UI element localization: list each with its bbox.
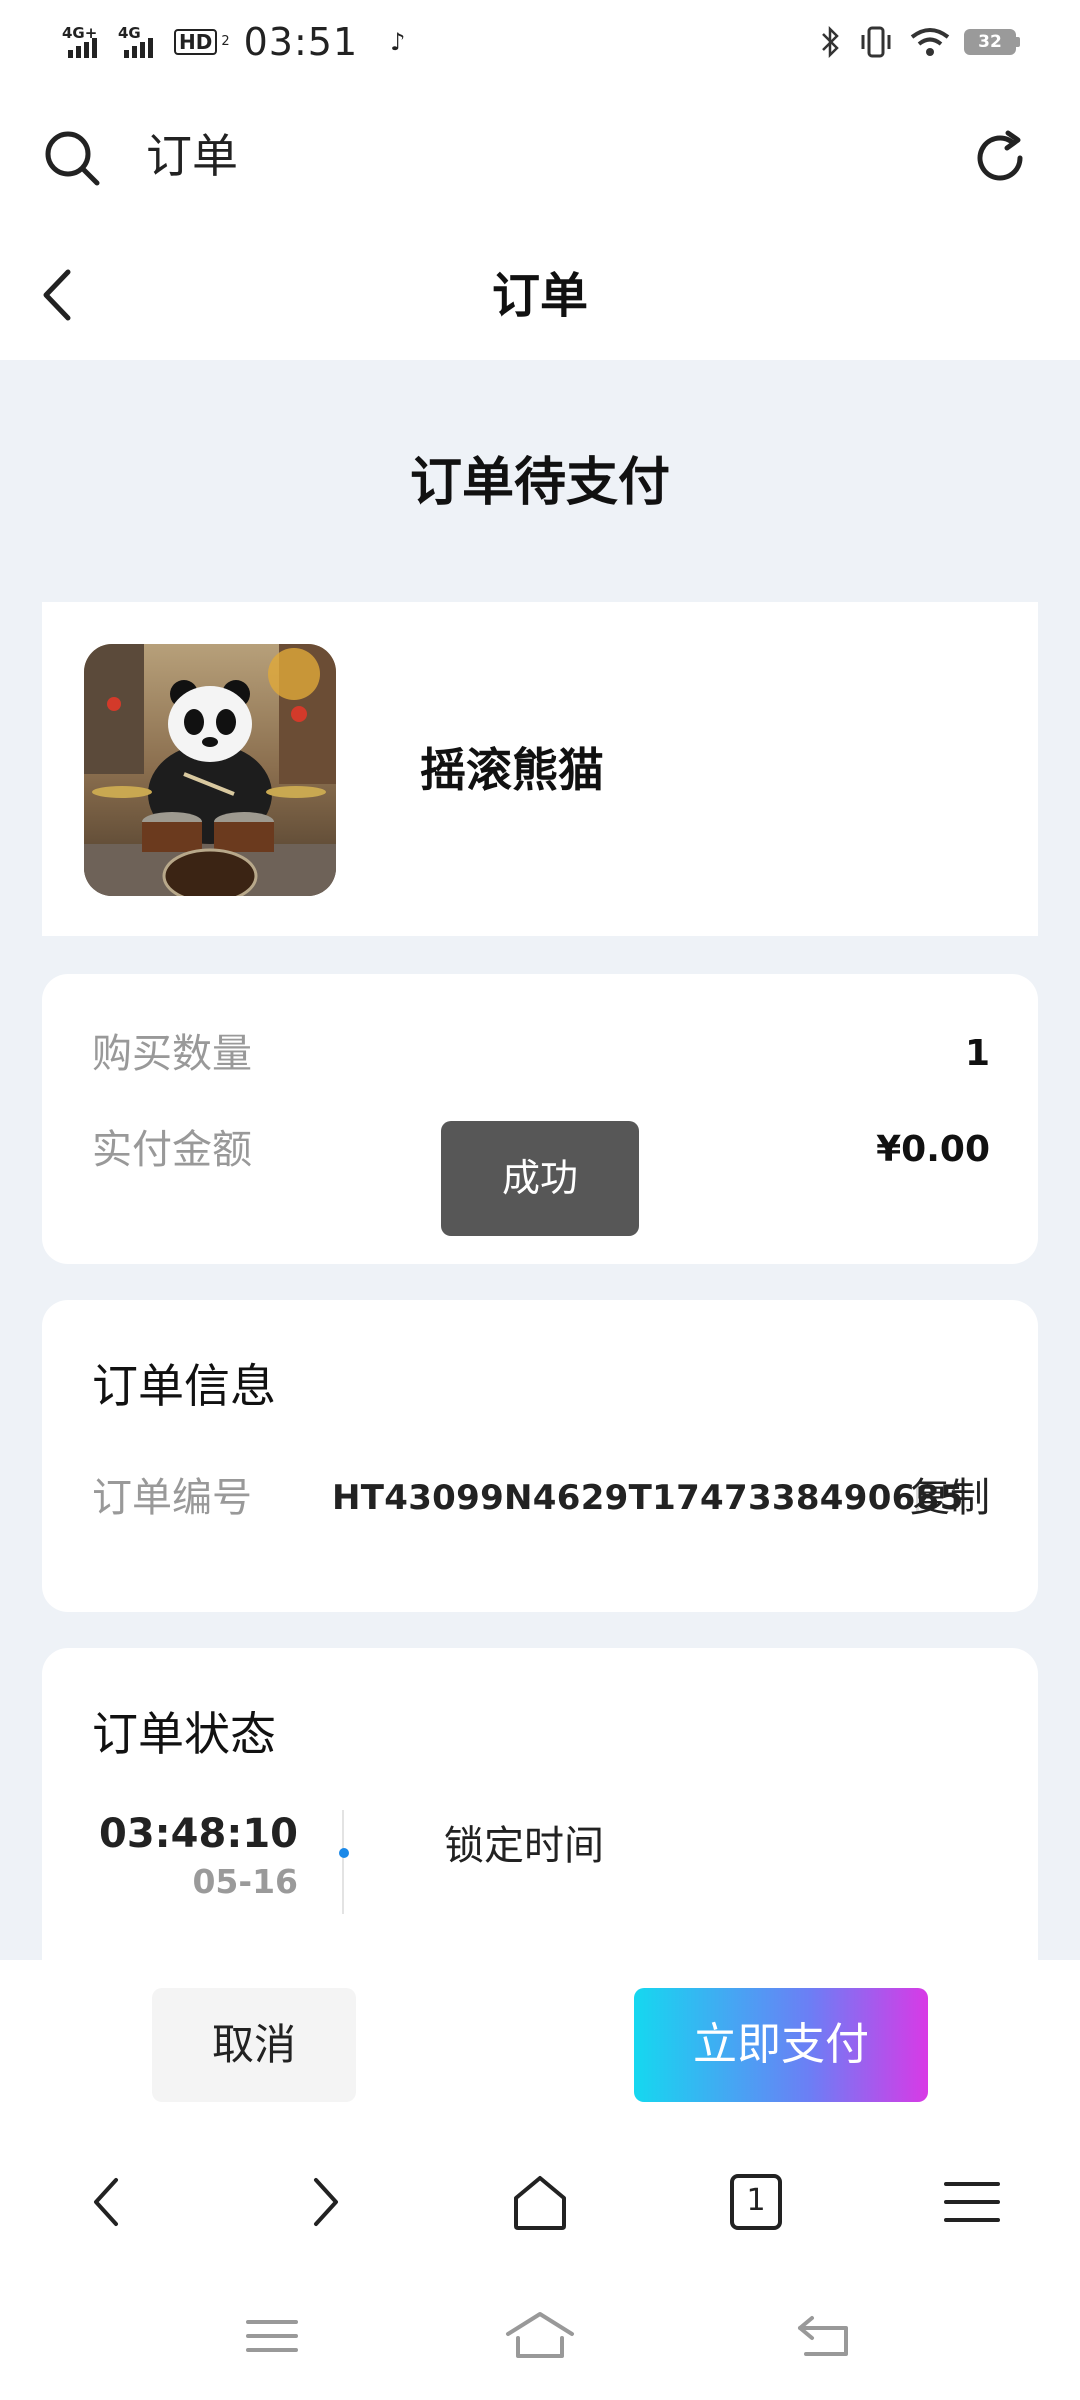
order-info-card: 订单信息 订单编号 HT43099N4629T1747338490685 复制: [42, 1300, 1038, 1612]
battery-level: 32: [964, 29, 1016, 55]
vibrate-icon: [861, 26, 891, 58]
amount-label: 实付金额: [92, 1127, 252, 1173]
browser-address-bar: 订单: [0, 84, 1080, 230]
status-bar: 4G+ 4G HD 2 03:51 ♪ 32: [0, 0, 1080, 84]
wifi-icon: [910, 28, 950, 56]
browser-tabs-icon[interactable]: 1: [722, 2168, 790, 2236]
copy-button[interactable]: 复制: [910, 1470, 990, 1526]
timeline-event-label: 锁定时间: [444, 1823, 604, 1869]
timeline-dot: [339, 1848, 349, 1858]
order-status-heading: 订单状态: [92, 1707, 276, 1761]
order-status-card: 订单状态 03:48:10 05-16 锁定时间: [42, 1648, 1038, 2008]
hd-sim-indicator: 2: [221, 34, 230, 49]
system-back-icon[interactable]: [794, 2308, 854, 2364]
product-name: 摇滚熊猫: [420, 743, 604, 797]
clock: 03:51: [243, 20, 359, 64]
cancel-button[interactable]: 取消: [152, 1988, 356, 2102]
amount-value: ¥0.00: [876, 1129, 990, 1170]
order-action-bar: 取消 立即支付: [0, 1960, 1080, 2132]
page-title: 订单: [491, 268, 588, 324]
order-number-value: HT43099N4629T1747338490685: [332, 1478, 964, 1518]
browser-toolbar: 1: [0, 2132, 1080, 2272]
signal-icon-2: 4G: [118, 22, 164, 62]
browser-menu-icon[interactable]: [938, 2168, 1006, 2236]
product-image[interactable]: [84, 644, 336, 896]
signal-icon: 4G+: [62, 22, 108, 62]
success-toast: 成功: [441, 1121, 639, 1236]
tab-count: 1: [746, 2183, 766, 2218]
status-right: 32: [820, 22, 1020, 62]
refresh-icon[interactable]: [970, 128, 1030, 188]
timeline-line: [342, 1810, 344, 1914]
timeline-time: 03:48:10: [99, 1811, 298, 1857]
quantity-value: 1: [964, 1033, 990, 1074]
status-left: 4G+ 4G HD 2 03:51 ♪: [62, 16, 405, 68]
music-note-icon: ♪: [390, 28, 406, 56]
bluetooth-icon: [822, 25, 839, 59]
recent-apps-icon[interactable]: [242, 2308, 302, 2364]
order-info-heading: 订单信息: [92, 1359, 276, 1413]
system-home-icon[interactable]: [504, 2308, 576, 2364]
order-status-title: 订单待支付: [409, 453, 670, 513]
browser-forward-icon[interactable]: [290, 2168, 358, 2236]
browser-home-icon[interactable]: [506, 2168, 574, 2236]
battery-icon: 32: [964, 29, 1020, 55]
system-navigation-bar: [0, 2272, 1080, 2400]
address-text[interactable]: 订单: [146, 124, 238, 188]
browser-back-icon[interactable]: [74, 2168, 142, 2236]
hd-voice-icon: HD: [174, 29, 218, 55]
quantity-label: 购买数量: [92, 1031, 252, 1077]
timeline-date: 05-16: [192, 1862, 298, 1901]
page-header: 订单: [0, 230, 1080, 360]
search-icon[interactable]: [42, 128, 102, 188]
order-number-label: 订单编号: [92, 1475, 252, 1521]
pay-now-button[interactable]: 立即支付: [634, 1988, 928, 2102]
product-card[interactable]: 摇滚熊猫: [42, 602, 1038, 936]
